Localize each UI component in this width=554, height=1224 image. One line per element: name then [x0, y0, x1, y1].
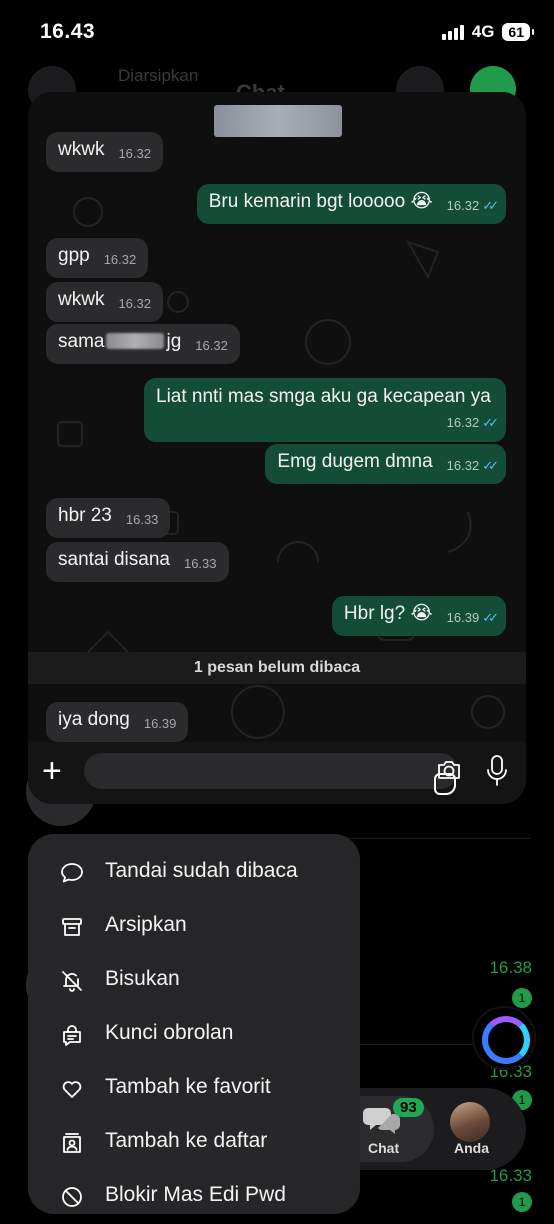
menu-item-add-favorite[interactable]: Tambah ke favorit	[28, 1062, 360, 1116]
menu-item-mute[interactable]: Bisukan	[28, 954, 360, 1008]
chat-tab-badge: 93	[393, 1098, 424, 1117]
tab-chat-label: Chat	[368, 1140, 400, 1156]
microphone-icon[interactable]	[486, 754, 508, 788]
network-type: 4G	[471, 22, 495, 41]
message-outgoing: Liat nnti mas smga aku ga kecapean ya 16.…	[144, 378, 506, 442]
chat-row-time: 16.33	[489, 1166, 532, 1185]
message-incoming: hbr 23 16.33	[46, 498, 171, 538]
message-incoming: santai disana 16.33	[46, 542, 229, 582]
blurred-word	[106, 333, 165, 349]
message-incoming: gpp 16.32	[46, 238, 149, 278]
message-input-bar: +	[28, 742, 526, 804]
menu-item-archive[interactable]: Arsipkan	[28, 900, 360, 954]
bell-off-icon	[62, 971, 82, 992]
menu-item-mark-read[interactable]: Tandai sudah dibaca	[28, 846, 360, 900]
unread-divider: 1 pesan belum dibaca	[28, 652, 526, 684]
context-menu: Tandai sudah dibaca Arsipkan Bisukan Kun…	[28, 834, 360, 1214]
message-incoming: wkwk 16.32	[46, 132, 163, 172]
unread-badge: 1	[512, 988, 532, 1008]
status-bar: 16.43 4G 61	[0, 0, 554, 66]
profile-avatar[interactable]	[450, 1102, 490, 1142]
unread-badge: 1	[512, 1192, 532, 1212]
archive-icon	[62, 918, 82, 936]
message-outgoing: Emg dugem dmna 16.32 ✓✓	[265, 444, 506, 484]
message-input[interactable]	[84, 753, 458, 795]
message-incoming: sama jg 16.32	[46, 324, 240, 364]
menu-item-lock-chat[interactable]: Kunci obrolan	[28, 1008, 360, 1062]
block-icon	[62, 1187, 82, 1207]
menu-item-add-to-list[interactable]: Tambah ke daftar	[28, 1116, 360, 1170]
battery-level: 61	[502, 23, 534, 41]
chat-bubble-icon	[61, 863, 83, 883]
status-time: 16.43	[40, 20, 96, 43]
camera-icon[interactable]	[436, 756, 462, 784]
chat-preview-card[interactable]: wkwk 16.32 Bru kemarin bgt looooo 😭 16.32 ✓…	[28, 92, 526, 804]
list-add-icon	[63, 1133, 81, 1153]
status-indicators: 4G 61	[441, 22, 534, 42]
signal-icon	[441, 24, 464, 40]
message-incoming: wkwk 16.32	[46, 282, 163, 322]
meta-ai-icon[interactable]	[474, 1008, 534, 1068]
tab-you-label[interactable]: Anda	[454, 1140, 489, 1156]
message-outgoing: Bru kemarin bgt looooo 😭 16.32 ✓✓	[196, 184, 506, 224]
message-incoming: iya dong 16.39	[46, 702, 189, 742]
contact-name-blurred	[214, 105, 342, 137]
heart-icon	[62, 1081, 82, 1098]
message-outgoing: Hbr lg? 😭 16.39 ✓✓	[331, 596, 506, 636]
chat-row-time: 16.38	[489, 958, 532, 977]
archived-label: Diarsipkan	[118, 66, 199, 85]
menu-item-block[interactable]: Blokir Mas Edi Pwd	[28, 1170, 360, 1224]
lock-chat-icon	[63, 1025, 81, 1046]
attach-plus-icon[interactable]: +	[42, 754, 62, 788]
